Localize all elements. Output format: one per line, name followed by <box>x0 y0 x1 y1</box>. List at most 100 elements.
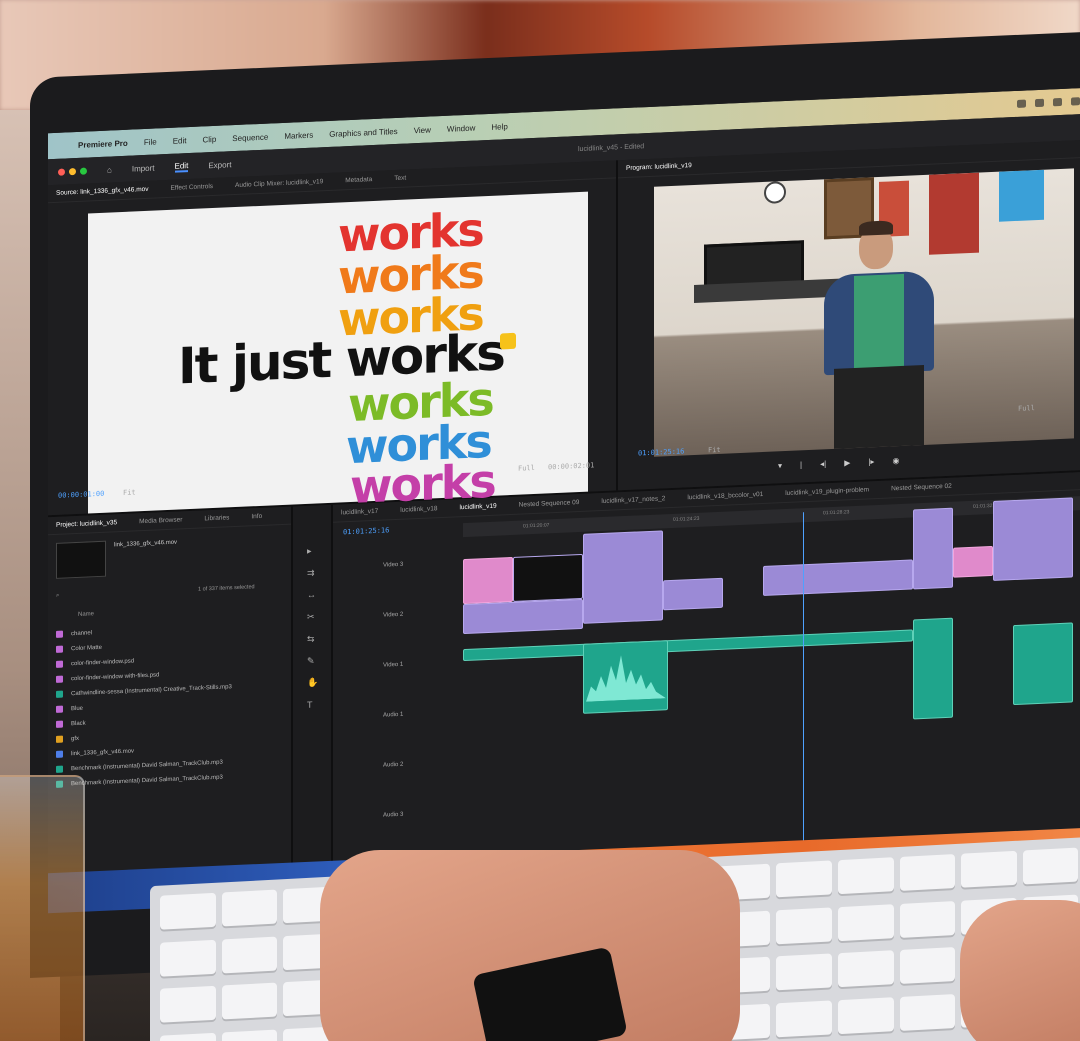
name-column-header[interactable]: Name <box>78 611 94 618</box>
sequence-tab[interactable]: Nested Sequence 02 <box>891 483 952 493</box>
status-icon[interactable] <box>1053 97 1062 107</box>
program-fit-select[interactable]: Fit <box>708 446 721 455</box>
play-icon[interactable]: ▶ <box>844 458 850 467</box>
tab-libraries[interactable]: Libraries <box>204 514 229 522</box>
menu-sequence[interactable]: Sequence <box>232 132 268 143</box>
search-icon[interactable]: ⌕ <box>56 593 59 600</box>
program-full-select[interactable]: Full <box>1018 404 1035 413</box>
keyboard-key <box>160 892 216 930</box>
track-header[interactable]: Video 3 <box>383 562 403 569</box>
video-clip[interactable] <box>763 559 913 596</box>
audio-clip[interactable] <box>1013 622 1073 706</box>
menu-edit[interactable]: Edit <box>173 136 187 146</box>
tab-program[interactable]: Program: lucidlink_v19 <box>626 162 692 172</box>
audio-clip[interactable] <box>583 640 668 714</box>
label-color-swatch <box>56 660 63 668</box>
audio-clip[interactable] <box>913 617 953 720</box>
status-icon[interactable] <box>1017 99 1026 108</box>
ruler-timecode: 01:01:24:23 <box>673 515 700 523</box>
window-controls <box>58 167 87 176</box>
source-fit-select[interactable]: Fit <box>123 488 136 497</box>
menubar-status-icons <box>1017 95 1080 108</box>
tab-effect-controls[interactable]: Effect Controls <box>171 183 214 192</box>
playhead[interactable] <box>803 512 804 843</box>
sequence-tab[interactable]: lucidlink_v18 <box>400 505 437 514</box>
source-video-frame[interactable]: works works works It just works works wo… <box>88 191 588 514</box>
track-header[interactable]: Video 1 <box>383 662 403 669</box>
close-window-button[interactable] <box>58 167 65 176</box>
home-icon[interactable]: ⌂ <box>107 165 112 174</box>
selected-file-name: link_1336_gfx_v46.mov <box>114 539 178 549</box>
tab-info[interactable]: Info <box>251 513 262 520</box>
video-clip[interactable] <box>663 577 723 611</box>
video-clip[interactable] <box>583 530 663 624</box>
wifi-icon[interactable] <box>1071 97 1080 106</box>
menu-help[interactable]: Help <box>491 122 507 132</box>
tab-media-browser[interactable]: Media Browser <box>139 516 182 525</box>
tab-export[interactable]: Export <box>208 160 231 170</box>
selection-tool-icon[interactable]: ▸ <box>307 545 317 556</box>
project-file-name: link_1336_gfx_v46.mov <box>71 747 135 757</box>
step-back-icon[interactable]: ◂| <box>820 459 826 468</box>
video-clip[interactable] <box>513 553 583 602</box>
menu-app-name[interactable]: Premiere Pro <box>78 138 128 149</box>
tab-audio-clip-mixer[interactable]: Audio Clip Mixer: lucidlink_v19 <box>235 178 323 189</box>
sequence-tab[interactable]: lucidlink_v17_notes_2 <box>601 495 665 505</box>
export-frame-icon[interactable]: ◉ <box>892 456 899 465</box>
laptop-screen: Premiere Pro File Edit Clip Sequence Mar… <box>48 86 1080 914</box>
mark-in-icon[interactable]: ▾ <box>778 461 782 470</box>
wall-clock <box>764 180 786 204</box>
video-clip[interactable] <box>913 507 953 590</box>
sequence-tab[interactable]: lucidlink_v19 <box>459 503 496 512</box>
tab-import[interactable]: Import <box>132 163 155 173</box>
video-clip[interactable] <box>993 497 1073 581</box>
clip-thumbnail[interactable] <box>56 540 106 579</box>
pen-tool-icon[interactable]: ✎ <box>307 655 317 666</box>
track-header[interactable]: Audio 2 <box>383 762 403 769</box>
track-header[interactable]: Audio 1 <box>383 712 403 719</box>
zoom-window-button[interactable] <box>80 167 87 175</box>
step-forward-icon[interactable]: |▸ <box>868 457 874 466</box>
menu-markers[interactable]: Markers <box>284 130 313 140</box>
video-clip[interactable] <box>953 545 993 578</box>
program-video-frame[interactable] <box>654 168 1074 457</box>
track-header[interactable]: Audio 3 <box>383 812 403 819</box>
keyboard-key <box>160 1032 216 1041</box>
sequence-tab[interactable]: Nested Sequence 09 <box>519 499 580 509</box>
tab-project[interactable]: Project: lucidlink_v35 <box>56 519 117 529</box>
razor-tool-icon[interactable]: ✂ <box>307 611 317 622</box>
project-file-name: color-finder-window.psd <box>71 657 135 667</box>
ripple-edit-tool-icon[interactable]: ↔ <box>307 589 317 600</box>
tab-text[interactable]: Text <box>394 175 406 183</box>
menu-clip[interactable]: Clip <box>203 134 217 144</box>
hand-tool-icon[interactable]: ✋ <box>307 677 318 687</box>
tab-edit[interactable]: Edit <box>174 160 189 173</box>
mark-out-icon[interactable]: | <box>800 460 802 469</box>
slip-tool-icon[interactable]: ⇆ <box>307 633 317 644</box>
sequence-tab[interactable]: lucidlink_v17 <box>341 508 378 517</box>
drinking-glass <box>0 775 85 1041</box>
menu-view[interactable]: View <box>414 125 431 135</box>
video-clip[interactable] <box>463 556 513 605</box>
status-icon[interactable] <box>1035 98 1044 108</box>
sequence-tab[interactable]: lucidlink_v18_bccolor_v01 <box>687 491 763 501</box>
track-header[interactable]: Video 2 <box>383 612 403 619</box>
menu-window[interactable]: Window <box>447 123 475 133</box>
program-monitor: Program: lucidlink_v19 01:01:25:16 Fit F… <box>618 138 1080 491</box>
right-hand <box>960 900 1080 1041</box>
timeline-timecode[interactable]: 01:01:25:16 <box>343 526 389 536</box>
video-clip[interactable] <box>463 598 583 635</box>
menu-graphics[interactable]: Graphics and Titles <box>329 126 397 138</box>
track-select-tool-icon[interactable]: ⇉ <box>307 567 317 578</box>
minimize-window-button[interactable] <box>69 167 76 175</box>
sequence-tab[interactable]: lucidlink_v19_plugin-problem <box>785 486 869 497</box>
audio-clip[interactable] <box>463 629 913 662</box>
menu-file[interactable]: File <box>144 137 157 147</box>
tab-metadata[interactable]: Metadata <box>345 176 372 184</box>
source-full-select[interactable]: Full <box>518 464 535 473</box>
program-timecode[interactable]: 01:01:25:16 <box>638 447 684 457</box>
type-tool-icon[interactable]: T <box>307 699 317 710</box>
wall-poster <box>929 172 979 255</box>
tab-source[interactable]: Source: link_1336_gfx_v46.mov <box>56 186 149 197</box>
project-file-name: Benchmark (Instrumental) David Salman_Tr… <box>71 774 223 787</box>
